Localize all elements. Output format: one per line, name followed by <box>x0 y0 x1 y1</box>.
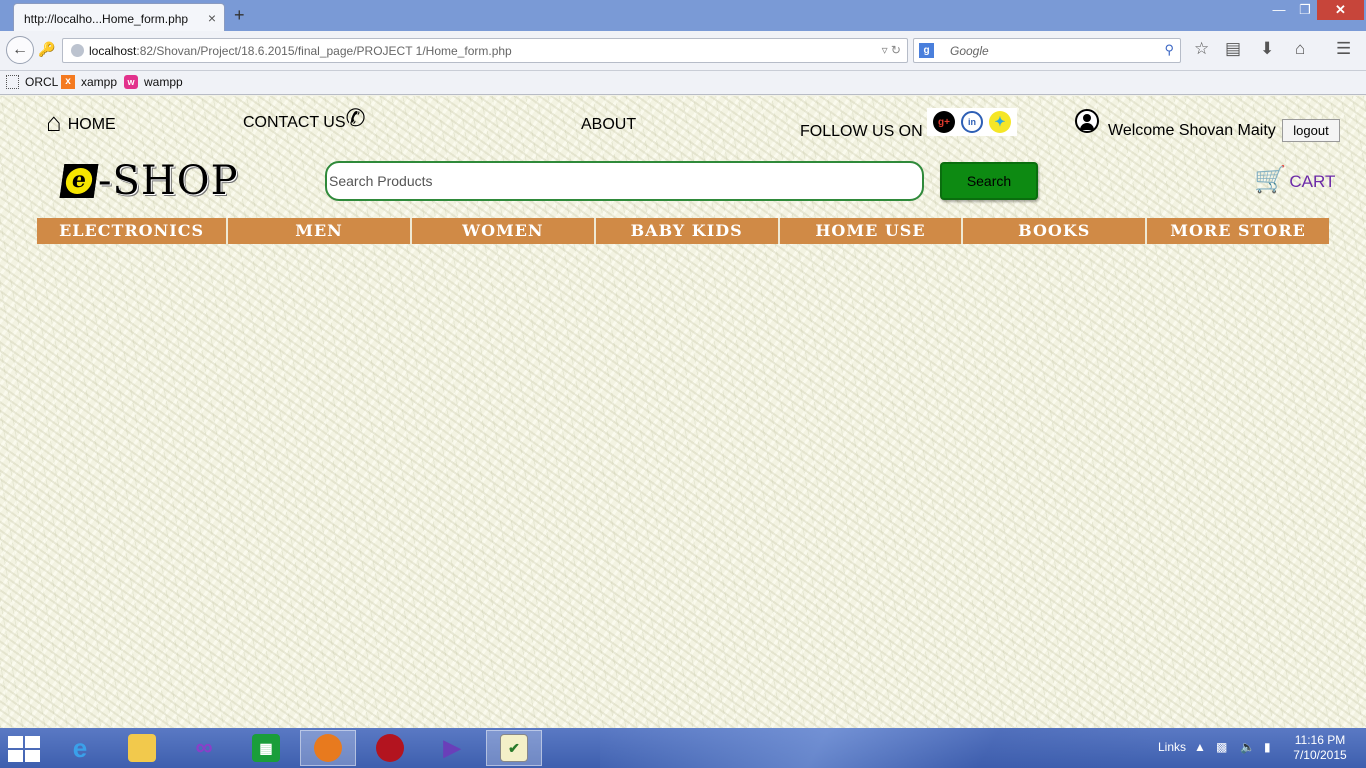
close-window-button[interactable]: ✕ <box>1317 0 1364 20</box>
search-engine-icon[interactable]: g <box>919 43 934 58</box>
category-books[interactable]: BOOKS <box>963 218 1148 244</box>
contact-link[interactable]: CONTACT US ✆ <box>243 106 366 132</box>
page-icon <box>6 75 19 89</box>
search-products-input[interactable] <box>325 161 924 201</box>
reload-icon[interactable]: ▿ ↻ <box>882 43 901 57</box>
new-tab-button[interactable]: + <box>234 5 245 26</box>
home-link[interactable]: ⌂ HOME <box>46 107 116 137</box>
download-icon[interactable]: ⬇ <box>1260 39 1274 59</box>
notepad-icon[interactable]: ✔ <box>486 730 542 766</box>
address-bar[interactable]: localhost:82/Shovan/Project/18.6.2015/fi… <box>62 38 908 63</box>
cart-icon: 🛒 <box>1254 164 1287 194</box>
bookmark-wampp[interactable]: w wampp <box>124 75 183 89</box>
tab-close-icon[interactable]: × <box>208 10 216 26</box>
star-icon[interactable]: ☆ <box>1194 39 1209 59</box>
bookmark-xampp[interactable]: x xampp <box>61 75 117 89</box>
url-path: :82/Shovan/Project/18.6.2015/final_page/… <box>136 44 512 58</box>
bookmark-label: ORCL <box>25 75 59 89</box>
battery-icon[interactable]: ▮ <box>1264 740 1271 754</box>
url-host: localhost <box>89 44 137 58</box>
bookmark-label: xampp <box>81 75 118 89</box>
social-links: g+ in ✦ <box>927 108 1017 136</box>
home-label: HOME <box>67 116 116 133</box>
follow-us-label: FOLLOW US ON <box>800 123 923 140</box>
category-nav: ELECTRONICS MEN WOMEN BABY KIDS HOME USE… <box>37 218 1329 244</box>
category-more-store[interactable]: MORE STORE <box>1147 218 1329 244</box>
browser-tab[interactable]: http://localho...Home_form.php × <box>13 3 225 31</box>
category-home-use[interactable]: HOME USE <box>779 218 964 244</box>
user-icon <box>1075 109 1099 133</box>
volume-icon[interactable]: 🔈 <box>1240 740 1255 754</box>
category-baby-kids[interactable]: BABY KIDS <box>595 218 780 244</box>
reader-icon[interactable]: ▤ <box>1225 39 1241 59</box>
browser-search-box[interactable]: g Google ⚲ <box>913 38 1181 63</box>
tab-title: http://localho...Home_form.php <box>24 12 189 26</box>
home-icon[interactable]: ⌂ <box>1295 39 1305 59</box>
logo-mark: e <box>59 164 99 198</box>
taskbar-clock[interactable]: 11:16 PM 7/10/2015 <box>1290 733 1350 763</box>
network-icon[interactable]: ▩ <box>1216 740 1227 754</box>
firefox-icon[interactable] <box>300 730 356 766</box>
menu-icon[interactable]: ☰ <box>1336 39 1351 59</box>
clock-date: 7/10/2015 <box>1293 748 1347 762</box>
browser-search-placeholder: Google <box>950 44 989 58</box>
contact-label: CONTACT US <box>243 114 346 131</box>
red-app-icon[interactable] <box>362 730 418 766</box>
key-icon[interactable]: 🔑 <box>38 41 55 58</box>
search-icon[interactable]: ⚲ <box>1164 42 1174 58</box>
store-icon[interactable]: ▦ <box>238 730 294 766</box>
taskbar: e ∞ ▦ ▶ ✔ Links ▲ ▩ 🔈 ▮ 11:16 PM 7/10/20… <box>0 728 1366 768</box>
visual-studio-2-icon[interactable]: ▶ <box>424 730 480 766</box>
page-content: ⌂ HOME CONTACT US ✆ ABOUT FOLLOW US ON g… <box>0 96 1366 728</box>
twitter-icon[interactable]: ✦ <box>989 111 1011 133</box>
globe-icon <box>71 44 84 57</box>
logout-button[interactable]: logout <box>1282 119 1340 142</box>
eshop-logo[interactable]: e -SHOP <box>59 158 239 204</box>
bookmarks-bar: ORCL x xampp w wampp <box>0 71 1366 95</box>
maximize-button[interactable]: ❐ <box>1294 0 1316 20</box>
xampp-icon: x <box>61 75 75 89</box>
category-women[interactable]: WOMEN <box>411 218 596 244</box>
browser-titlebar: http://localho...Home_form.php × + — ❐ ✕ <box>0 0 1366 31</box>
internet-explorer-icon[interactable]: e <box>52 730 108 766</box>
wampp-icon: w <box>124 75 138 89</box>
clock-time: 11:16 PM <box>1294 733 1346 747</box>
links-toolbar[interactable]: Links <box>1158 740 1186 754</box>
windows-start-icon[interactable] <box>8 736 40 762</box>
linkedin-icon[interactable]: in <box>961 111 983 133</box>
file-explorer-icon[interactable] <box>114 730 170 766</box>
minimize-button[interactable]: — <box>1268 0 1290 20</box>
logo-e: e <box>64 167 94 194</box>
welcome-text: Welcome Shovan Maity <box>1108 122 1276 139</box>
cart-link[interactable]: 🛒 CART <box>1254 166 1335 192</box>
about-link[interactable]: ABOUT <box>581 116 636 134</box>
phone-icon: ✆ <box>345 105 366 132</box>
browser-navbar: ← 🔑 localhost:82/Shovan/Project/18.6.201… <box>0 31 1366 71</box>
cart-label: CART <box>1289 172 1336 191</box>
tray-arrow-icon[interactable]: ▲ <box>1194 740 1206 754</box>
category-men[interactable]: MEN <box>228 218 412 244</box>
bookmark-orcl[interactable]: ORCL <box>6 75 58 89</box>
bookmark-label: wampp <box>144 75 183 89</box>
logo-text: -SHOP <box>98 158 239 204</box>
visual-studio-icon[interactable]: ∞ <box>176 730 232 766</box>
category-electronics[interactable]: ELECTRONICS <box>37 218 229 244</box>
search-button[interactable]: Search <box>940 162 1038 200</box>
back-button[interactable]: ← <box>6 36 34 64</box>
house-icon: ⌂ <box>46 107 62 137</box>
google-plus-icon[interactable]: g+ <box>933 111 955 133</box>
